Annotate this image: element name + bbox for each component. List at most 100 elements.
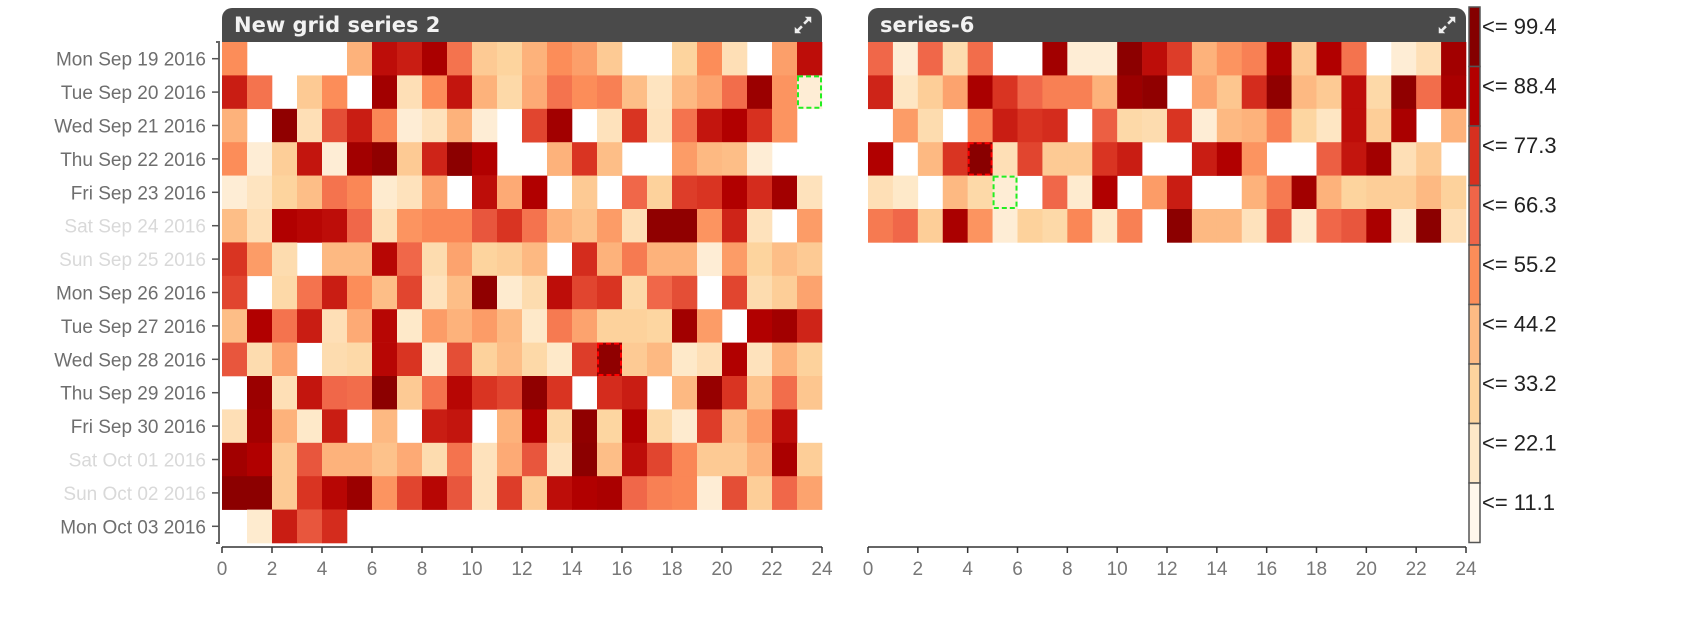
heatmap-cell[interactable] (522, 42, 548, 76)
heatmap-cell[interactable] (942, 209, 968, 243)
heatmap-cell[interactable] (1142, 42, 1168, 76)
heatmap-cell[interactable] (622, 309, 648, 343)
heatmap-cell[interactable] (547, 42, 573, 76)
heatmap-cell[interactable] (1416, 209, 1442, 243)
heatmap-cell[interactable] (322, 209, 348, 243)
heatmap-cell[interactable] (797, 209, 823, 243)
heatmap-cell[interactable] (222, 209, 248, 243)
heatmap-cell[interactable] (347, 342, 373, 377)
heatmap-cell[interactable] (272, 476, 298, 510)
heatmap-cell[interactable] (422, 108, 448, 143)
heatmap-cell[interactable] (597, 409, 623, 444)
heatmap-cell[interactable] (422, 242, 448, 277)
heatmap-cell[interactable] (497, 376, 523, 410)
heatmap-cell[interactable] (1291, 75, 1317, 110)
heatmap-cell[interactable] (722, 342, 748, 377)
heatmap-cell[interactable] (722, 209, 748, 243)
heatmap-cell[interactable] (797, 376, 823, 410)
heatmap-cell[interactable] (1366, 209, 1392, 243)
heatmap-cell[interactable] (347, 376, 373, 410)
heatmap-cell[interactable] (697, 108, 723, 143)
heatmap-cell[interactable] (992, 209, 1018, 243)
heatmap-cell[interactable] (1441, 108, 1467, 143)
heatmap-cell[interactable] (372, 209, 398, 243)
heatmap-cell[interactable] (222, 75, 248, 110)
heatmap-cell[interactable] (222, 175, 248, 210)
heatmap-cell[interactable] (1266, 108, 1292, 143)
heatmap-cell[interactable] (672, 175, 698, 210)
heatmap-cell[interactable] (892, 175, 919, 210)
heatmap-cell[interactable] (397, 476, 423, 510)
heatmap-cell[interactable] (697, 142, 723, 176)
heatmap-cell[interactable] (1241, 175, 1267, 210)
heatmap-cell[interactable] (722, 108, 748, 143)
heatmap-cell[interactable] (297, 75, 323, 110)
heatmap-cell[interactable] (1416, 142, 1442, 176)
heatmap-cell[interactable] (672, 309, 698, 343)
heatmap-cell[interactable] (322, 476, 348, 510)
heatmap-cell[interactable] (1167, 108, 1193, 143)
heatmap-cell[interactable] (397, 309, 423, 343)
heatmap-cell[interactable] (1416, 42, 1442, 76)
heatmap-cell[interactable] (1117, 108, 1143, 143)
heatmap-cell[interactable] (572, 275, 598, 310)
heatmap-cell[interactable] (747, 309, 773, 343)
heatmap-cell[interactable] (672, 275, 698, 310)
heatmap-cell[interactable] (322, 108, 348, 143)
heatmap-cell[interactable] (647, 342, 673, 377)
heatmap-cell[interactable] (722, 175, 748, 210)
heatmap-cell[interactable] (1042, 42, 1068, 76)
heatmap-cell[interactable] (297, 175, 323, 210)
heatmap-cell[interactable] (372, 242, 398, 277)
heatmap-cell[interactable] (272, 108, 298, 143)
heatmap-cell[interactable] (1366, 175, 1392, 210)
heatmap-cell[interactable] (422, 309, 448, 343)
heatmap-cell[interactable] (1142, 175, 1168, 210)
heatmap-cell[interactable] (772, 376, 798, 410)
heatmap-cell[interactable] (797, 342, 823, 377)
heatmap-cell[interactable] (1067, 209, 1093, 243)
heatmap-cell[interactable] (1341, 108, 1367, 143)
heatmap-cell[interactable] (247, 175, 273, 210)
heatmap-cell[interactable] (1241, 108, 1267, 143)
heatmap-cell[interactable] (322, 275, 348, 310)
heatmap-cell[interactable] (472, 142, 498, 176)
heatmap-cell[interactable] (322, 309, 348, 343)
heatmap-cell[interactable] (967, 75, 993, 110)
heatmap-cell[interactable] (247, 142, 273, 176)
heatmap-cell[interactable] (1316, 108, 1342, 143)
heatmap-cell[interactable] (472, 242, 498, 277)
heatmap-cell[interactable] (347, 108, 373, 143)
heatmap-cell[interactable] (222, 442, 248, 477)
heatmap-cell[interactable] (772, 175, 798, 210)
heatmap-cell[interactable] (1167, 175, 1193, 210)
heatmap-cell[interactable] (747, 108, 773, 143)
heatmap-cell[interactable] (497, 75, 523, 110)
heatmap-cell[interactable] (547, 376, 573, 410)
heatmap-cell[interactable] (1441, 42, 1467, 76)
heatmap-cell[interactable] (722, 476, 748, 510)
heatmap-cell[interactable] (572, 175, 598, 210)
heatmap-cell[interactable] (622, 175, 648, 210)
heatmap-cell[interactable] (1241, 42, 1267, 76)
heatmap-cell[interactable] (868, 209, 894, 243)
heatmap-cell[interactable] (522, 75, 548, 110)
heatmap-cell[interactable] (472, 275, 498, 310)
heatmap-cell[interactable] (868, 175, 894, 210)
heatmap-cell[interactable] (447, 476, 473, 510)
heatmap-cell[interactable] (322, 409, 348, 444)
heatmap-cell[interactable] (622, 275, 648, 310)
heatmap-cell[interactable] (322, 142, 348, 176)
heatmap-cell[interactable] (247, 376, 273, 410)
heatmap-cell[interactable] (647, 275, 673, 310)
heatmap-cell[interactable] (522, 209, 548, 243)
heatmap-cell[interactable] (772, 409, 798, 444)
heatmap-cell[interactable] (942, 75, 968, 110)
heatmap-cell[interactable] (1316, 42, 1342, 76)
heatmap-cell[interactable] (1042, 175, 1068, 210)
heatmap-cell[interactable] (497, 209, 523, 243)
heatmap-cell[interactable] (272, 242, 298, 277)
heatmap-cell[interactable] (322, 442, 348, 477)
heatmap-cell[interactable] (1316, 75, 1342, 110)
heatmap-cell[interactable] (647, 175, 673, 210)
